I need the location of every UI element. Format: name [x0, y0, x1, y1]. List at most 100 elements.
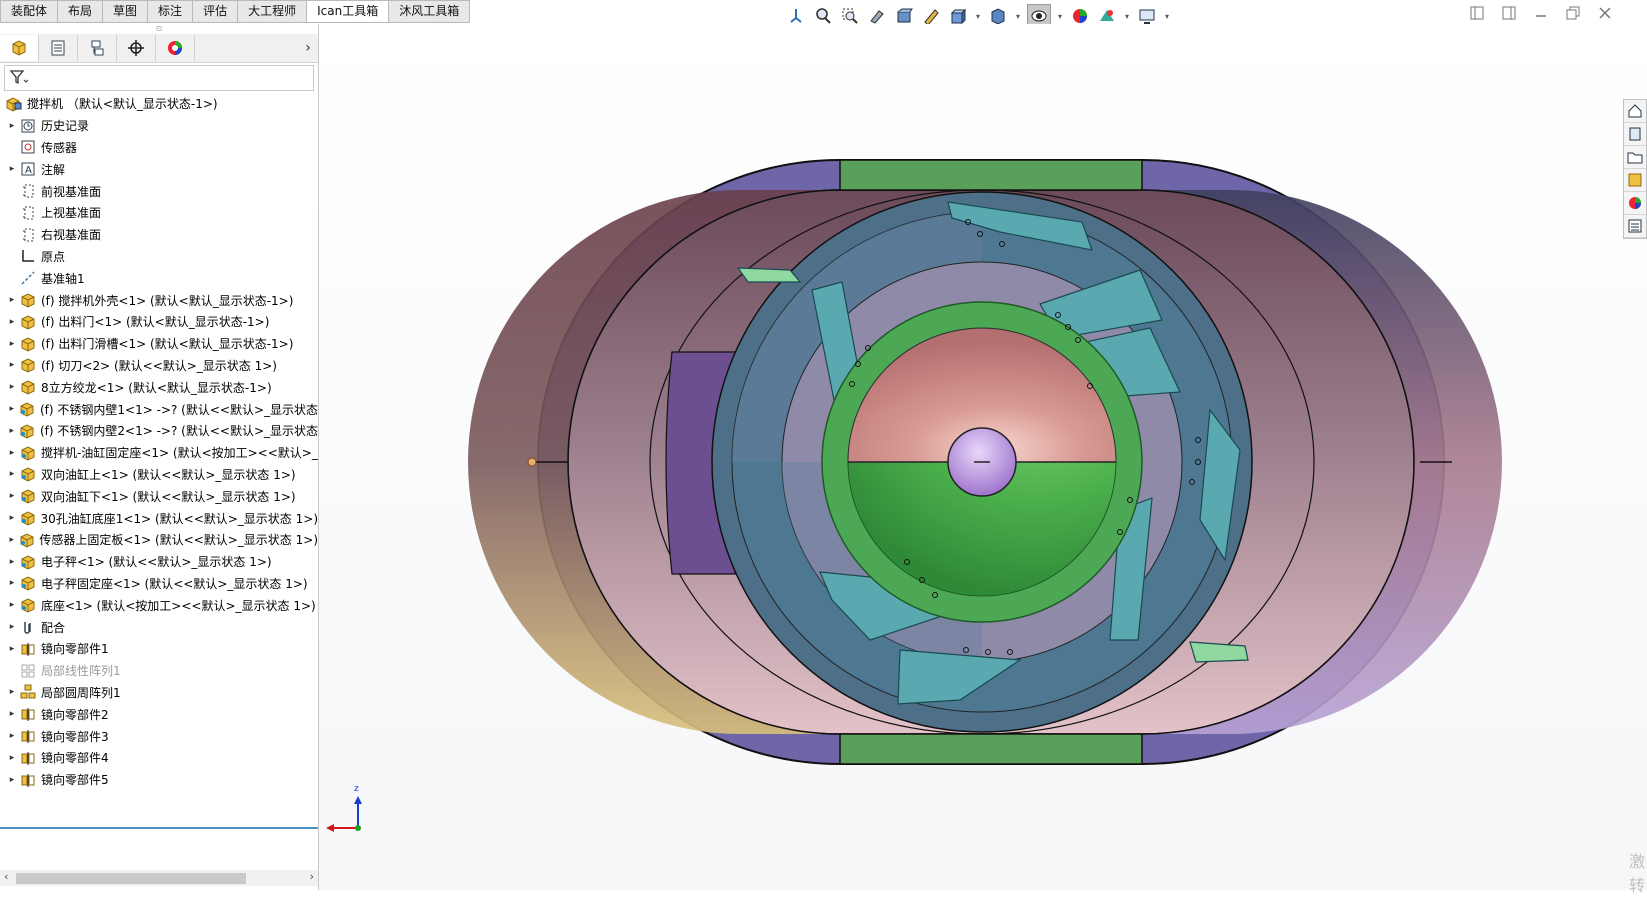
expand-arrow-icon[interactable]: ▸ — [6, 404, 18, 414]
expand-arrow-icon[interactable]: ▸ — [6, 360, 18, 370]
tree-item[interactable]: ▸ 历史记录 — [0, 115, 318, 137]
tree-item[interactable]: ▸ (f) 不锈钢内壁1<1> ->? (默认<<默认>_显示状态 — [0, 398, 318, 420]
tree-item[interactable]: ▸ 底座<1> (默认<按加工><<默认>_显示状态 1>) — [0, 594, 318, 616]
chevron-right-icon[interactable]: › — [298, 40, 318, 56]
command-tab[interactable]: 布局 — [58, 0, 104, 23]
tree-filter[interactable] — [4, 65, 314, 91]
tree-item[interactable]: ▸ 传感器上固定板<1> (默认<<默认>_显示状态 1>) — [0, 529, 318, 551]
minimize-icon[interactable] — [1533, 5, 1549, 21]
expand-arrow-icon[interactable]: ▸ — [6, 731, 18, 741]
scroll-left-icon[interactable]: ‹ — [4, 870, 8, 883]
tree-item[interactable]: ▸ 双向油缸上<1> (默认<<默认>_显示状态 1>) — [0, 464, 318, 486]
command-tab[interactable]: 大工程师 — [238, 0, 308, 23]
tree-item[interactable]: ▸ 8立方绞龙<1> (默认<默认_显示状态-1>) — [0, 376, 318, 398]
expand-arrow-icon[interactable]: ▸ — [6, 600, 18, 610]
plane-icon — [18, 182, 38, 200]
expand-arrow-icon[interactable]: ▸ — [6, 491, 18, 501]
tree-item[interactable]: ▸ 搅拌机-油缸固定座<1> (默认<按加工><<默认>_ — [0, 442, 318, 464]
tree-item[interactable]: ▸ 镜向零部件5 — [0, 769, 318, 791]
chevron-down-icon[interactable]: ▾ — [1123, 12, 1131, 21]
expand-arrow-icon[interactable]: ▸ — [6, 513, 18, 523]
filter-icon[interactable] — [9, 69, 29, 88]
command-tab[interactable]: 沐风工具箱 — [389, 0, 471, 23]
expand-arrow-icon[interactable]: ▸ — [6, 448, 18, 458]
expand-arrow-icon[interactable]: ▸ — [6, 469, 18, 479]
linear-pattern-icon — [18, 662, 38, 680]
tree-item[interactable]: ▸ A 注解 — [0, 158, 318, 180]
tree-item[interactable]: ▸ 镜向零部件1 — [0, 638, 318, 660]
tile-left-icon[interactable] — [1469, 5, 1485, 21]
tree-item[interactable]: ▸ 30孔油缸底座1<1> (默认<<默认>_显示状态 1>) — [0, 507, 318, 529]
tree-item[interactable]: 上视基准面 — [0, 202, 318, 224]
panel-splitter[interactable] — [0, 827, 318, 829]
tree-item[interactable]: 基准轴1 — [0, 267, 318, 289]
expand-arrow-icon[interactable]: ▸ — [6, 535, 17, 545]
file-explorer-icon[interactable] — [1624, 146, 1646, 169]
close-icon[interactable] — [1597, 5, 1613, 21]
tree-item[interactable]: ▸ 镜向零部件2 — [0, 703, 318, 725]
expand-arrow-icon[interactable]: ▸ — [6, 753, 18, 763]
panel-grip[interactable]: ⊙ — [0, 24, 318, 34]
expand-arrow-icon[interactable]: ▸ — [6, 339, 18, 349]
tree-item[interactable]: ▸ 电子秤<1> (默认<<默认>_显示状态 1>) — [0, 551, 318, 573]
display-manager-tab[interactable] — [156, 35, 195, 61]
tree-item[interactable]: ▸ 镜向零部件3 — [0, 725, 318, 747]
scroll-right-icon[interactable]: › — [310, 870, 314, 883]
tree-item[interactable]: ▸ (f) 不锈钢内壁2<1> ->? (默认<<默认>_显示状态 — [0, 420, 318, 442]
graphics-area[interactable]: 激转 — [319, 24, 1647, 895]
tree-root[interactable]: 搅拌机 （默认<默认_显示状态-1>) — [0, 93, 318, 115]
design-library-icon[interactable] — [1624, 123, 1646, 146]
tree-item[interactable]: 前视基准面 — [0, 180, 318, 202]
expand-arrow-icon[interactable]: ▸ — [6, 164, 18, 174]
expand-arrow-icon[interactable]: ▸ — [6, 622, 18, 632]
model-view[interactable] — [319, 24, 1647, 890]
expand-arrow-icon[interactable]: ▸ — [6, 775, 18, 785]
expand-arrow-icon[interactable]: ▸ — [6, 121, 18, 131]
tree-item[interactable]: 传感器 — [0, 137, 318, 159]
home-icon[interactable] — [1624, 100, 1646, 123]
expand-arrow-icon[interactable]: ▸ — [6, 557, 18, 567]
view-palette-icon[interactable] — [1624, 169, 1646, 192]
feature-manager-tab[interactable] — [0, 35, 39, 61]
chevron-down-icon[interactable]: ▾ — [1056, 12, 1064, 21]
tree-item[interactable]: ▸ (f) 出料门滑槽<1> (默认<默认_显示状态-1>) — [0, 333, 318, 355]
expand-arrow-icon[interactable]: ▸ — [6, 687, 18, 697]
expand-arrow-icon[interactable]: ▸ — [6, 578, 18, 588]
command-tab[interactable]: 标注 — [148, 0, 194, 23]
tree-item[interactable]: ▸ 镜向零部件4 — [0, 747, 318, 769]
tree-item[interactable]: ▸ 电子秤固定座<1> (默认<<默认>_显示状态 1>) — [0, 573, 318, 595]
tree-item[interactable]: ▸ (f) 切刀<2> (默认<<默认>_显示状态 1>) — [0, 355, 318, 377]
configuration-manager-tab[interactable] — [78, 35, 117, 61]
command-tab[interactable]: 装配体 — [0, 0, 59, 23]
chevron-down-icon[interactable]: ▾ — [1163, 12, 1171, 21]
expand-arrow-icon[interactable]: ▸ — [6, 317, 18, 327]
scrollbar-thumb[interactable] — [16, 873, 246, 884]
expand-arrow-icon[interactable]: ▸ — [6, 426, 18, 436]
chevron-down-icon[interactable]: ▾ — [974, 12, 982, 21]
chevron-down-icon[interactable]: ▾ — [1014, 12, 1022, 21]
horizontal-scrollbar[interactable]: ‹ › — [0, 870, 318, 886]
command-tab[interactable]: 草图 — [103, 0, 149, 23]
tree-item[interactable]: 局部线性阵列1 — [0, 660, 318, 682]
tree-item[interactable]: ▸ (f) 搅拌机外壳<1> (默认<默认_显示状态-1>) — [0, 289, 318, 311]
custom-properties-icon[interactable] — [1624, 215, 1646, 238]
part-warn-icon — [18, 596, 38, 614]
expand-arrow-icon[interactable]: ▸ — [6, 709, 18, 719]
restore-icon[interactable] — [1565, 5, 1581, 21]
dimxpert-manager-tab[interactable] — [117, 35, 156, 61]
tree-item[interactable]: ▸ 双向油缸下<1> (默认<<默认>_显示状态 1>) — [0, 485, 318, 507]
tree-item[interactable]: ▸ (f) 出料门<1> (默认<默认_显示状态-1>) — [0, 311, 318, 333]
property-manager-tab[interactable] — [39, 35, 78, 61]
expand-arrow-icon[interactable]: ▸ — [6, 644, 18, 654]
expand-arrow-icon[interactable]: ▸ — [6, 295, 18, 305]
tree-item[interactable]: ▸ 局部圆周阵列1 — [0, 682, 318, 704]
tree-item[interactable]: 原点 — [0, 246, 318, 268]
expand-arrow-icon[interactable]: ▸ — [6, 382, 18, 392]
command-tab[interactable]: 评估 — [193, 0, 239, 23]
tree-item[interactable]: 右视基准面 — [0, 224, 318, 246]
tile-right-icon[interactable] — [1501, 5, 1517, 21]
appearances-icon[interactable] — [1624, 192, 1646, 215]
command-tab[interactable]: Ican工具箱 — [307, 0, 390, 23]
tree-item[interactable]: ▸ 配合 — [0, 616, 318, 638]
triad-z-label: z — [354, 784, 359, 794]
